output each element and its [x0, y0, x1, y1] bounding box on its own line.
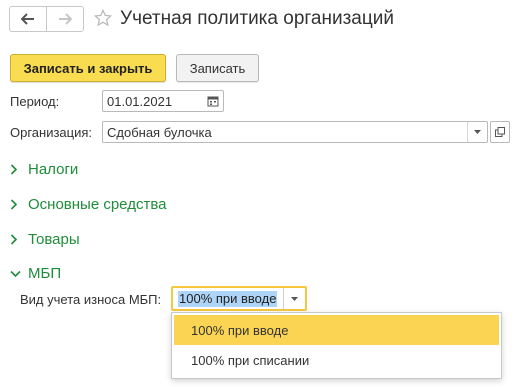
- chevron-right-icon: [10, 234, 18, 245]
- organization-label: Организация:: [10, 125, 93, 140]
- favorite-button[interactable]: [93, 8, 113, 32]
- forward-button[interactable]: [46, 7, 83, 31]
- option-on-write-off[interactable]: 100% при списании: [172, 345, 501, 376]
- save-and-close-button[interactable]: Записать и закрыть: [10, 54, 166, 82]
- group-goods[interactable]: Товары: [10, 231, 80, 248]
- option-on-input[interactable]: 100% при вводе: [174, 315, 499, 345]
- organization-dropdown-button[interactable]: [467, 122, 487, 142]
- mbp-wear-label: Вид учета износа МБП:: [20, 292, 162, 307]
- back-button[interactable]: [10, 7, 46, 31]
- organization-open-button[interactable]: [490, 121, 510, 143]
- organization-field[interactable]: Сдобная булочка: [102, 121, 488, 143]
- star-icon: [93, 8, 113, 27]
- open-window-icon: [495, 127, 505, 137]
- chevron-down-icon: [291, 296, 298, 301]
- group-label: МБП: [28, 265, 62, 282]
- mbp-wear-select[interactable]: 100% при вводе: [171, 286, 307, 311]
- chevron-down-icon: [474, 130, 481, 134]
- group-label: Налоги: [28, 161, 79, 178]
- chevron-right-icon: [10, 164, 18, 175]
- calendar-button[interactable]: [203, 91, 223, 111]
- arrow-right-icon: [59, 13, 72, 25]
- mbp-wear-dropdown-button[interactable]: [283, 288, 305, 309]
- period-value: 01.01.2021: [107, 93, 173, 109]
- arrow-left-icon: [21, 13, 34, 25]
- navigation-buttons: [9, 6, 84, 32]
- organization-value: Сдобная булочка: [107, 124, 212, 140]
- chevron-right-icon: [10, 199, 18, 210]
- group-label: Основные средства: [28, 196, 167, 213]
- group-mbp[interactable]: МБП: [10, 265, 61, 282]
- mbp-wear-options-list: 100% при вводе 100% при списании: [171, 312, 502, 379]
- calendar-icon: [207, 96, 219, 107]
- group-fixed-assets[interactable]: Основные средства: [10, 196, 166, 213]
- chevron-down-icon: [10, 270, 21, 277]
- page-title: Учетная политика организаций: [120, 8, 394, 29]
- group-taxes[interactable]: Налоги: [10, 161, 78, 178]
- group-label: Товары: [28, 231, 80, 248]
- period-field[interactable]: 01.01.2021: [102, 90, 224, 112]
- mbp-wear-value: 100% при вводе: [178, 290, 278, 307]
- period-label: Период:: [10, 94, 60, 109]
- save-button[interactable]: Записать: [176, 54, 259, 82]
